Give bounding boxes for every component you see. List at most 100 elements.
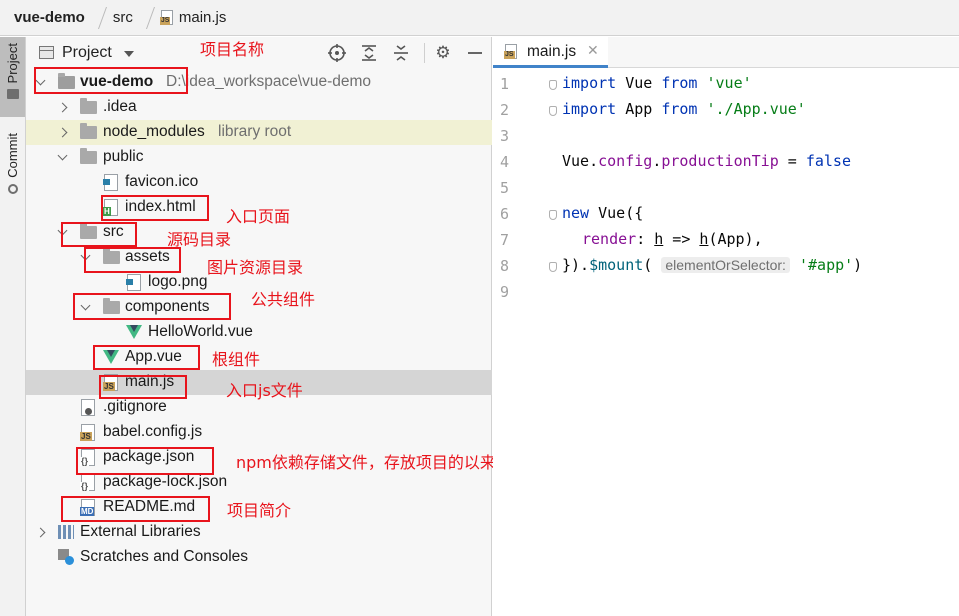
line-number: 8 xyxy=(499,257,509,275)
folder-icon xyxy=(6,89,19,100)
editor-gutter: 1 2 3 4 5 6 7 8 9 xyxy=(493,68,557,616)
breadcrumb-project[interactable]: vue-demo xyxy=(14,9,85,26)
line-number: 4 xyxy=(499,153,509,171)
annotation-box-assets xyxy=(84,247,181,273)
breadcrumb-separator xyxy=(138,6,155,29)
folder-icon xyxy=(80,123,97,139)
image-file-icon xyxy=(126,274,141,291)
js-file-icon: JS xyxy=(159,10,173,25)
gear-icon[interactable]: ⚙ xyxy=(433,43,453,63)
annotation-box-components xyxy=(73,293,231,320)
expand-all-icon[interactable] xyxy=(359,43,379,63)
locate-target-icon[interactable] xyxy=(327,43,347,63)
breadcrumb-file[interactable]: main.js xyxy=(179,9,227,26)
project-panel-title[interactable]: Project xyxy=(62,44,112,62)
tree-row-babel[interactable]: JS babel.config.js xyxy=(26,420,492,445)
tree-label-babel: babel.config.js xyxy=(103,423,203,440)
editor-tab-label: main.js xyxy=(527,43,577,60)
scratches-icon xyxy=(58,549,74,565)
editor-tab-main-js[interactable]: JS main.js ✕ xyxy=(493,37,608,68)
tool-tab-project[interactable]: Project xyxy=(0,37,25,117)
chevron-down-icon[interactable] xyxy=(58,153,68,163)
breadcrumb-folder[interactable]: src xyxy=(113,9,133,26)
annotation-box-index-html xyxy=(101,195,209,221)
tree-label-external-libraries: External Libraries xyxy=(80,523,201,540)
tree-label-favicon: favicon.ico xyxy=(125,173,199,190)
annotation-readme-desc: 项目简介 xyxy=(227,501,292,520)
annotation-image-dir: 图片资源目录 xyxy=(207,258,304,277)
tree-row-idea[interactable]: .idea xyxy=(26,95,492,120)
header-divider xyxy=(424,43,425,63)
json-file-icon: {} xyxy=(80,474,95,491)
hide-panel-icon[interactable] xyxy=(465,43,485,63)
tree-row-node-modules[interactable]: node_modules library root xyxy=(26,120,492,145)
gitignore-file-icon xyxy=(81,399,95,416)
code-line-4: Vue.config.productionTip = false xyxy=(562,152,851,170)
tree-row-favicon[interactable]: favicon.ico xyxy=(26,170,492,195)
line-number: 6 xyxy=(499,205,509,223)
annotation-entry-js: 入口js文件 xyxy=(226,381,303,400)
tree-row-hello-world[interactable]: HelloWorld.vue xyxy=(26,320,492,345)
annotation-box-project xyxy=(34,67,188,94)
line-number: 9 xyxy=(499,283,509,301)
folder-icon xyxy=(80,148,97,164)
chevron-right-icon[interactable] xyxy=(58,128,68,138)
tree-hint-library-root: library root xyxy=(218,123,292,140)
annotation-box-src xyxy=(61,222,137,247)
tree-label-scratches: Scratches and Consoles xyxy=(80,548,249,565)
project-view-icon xyxy=(39,46,54,59)
tree-label-node-modules: node_modules xyxy=(103,123,205,140)
breadcrumb: vue-demo src JS main.js xyxy=(0,0,959,36)
annotation-box-app-vue xyxy=(93,345,200,370)
code-line-2: import App from './App.vue' xyxy=(562,100,806,118)
tree-label-public: public xyxy=(103,148,144,165)
fold-marker-icon[interactable] xyxy=(549,262,557,272)
annotation-npm-deps: npm依赖存储文件，存放项目的以来信息 xyxy=(236,453,528,472)
chevron-down-icon[interactable] xyxy=(124,51,134,57)
fold-marker-icon[interactable] xyxy=(549,210,557,220)
annotation-common-components: 公共组件 xyxy=(251,290,316,309)
tree-label-gitignore: .gitignore xyxy=(103,398,167,415)
code-line-1: import Vue from 'vue' xyxy=(562,74,752,92)
tree-label-idea: .idea xyxy=(103,98,137,115)
annotation-box-readme xyxy=(61,496,210,522)
breadcrumb-separator xyxy=(90,6,107,29)
fold-marker-icon[interactable] xyxy=(549,80,557,90)
line-number: 3 xyxy=(499,127,509,145)
tool-window-strip: Project Commit xyxy=(0,37,26,616)
chevron-right-icon[interactable] xyxy=(58,103,68,113)
tree-label-hello-world: HelloWorld.vue xyxy=(148,323,253,340)
close-icon[interactable]: ✕ xyxy=(587,42,599,59)
js-file-icon: JS xyxy=(504,44,517,59)
folder-icon xyxy=(80,98,97,114)
annotation-box-main-js xyxy=(99,375,187,399)
fold-marker-icon[interactable] xyxy=(549,106,557,116)
image-file-icon xyxy=(103,174,118,191)
js-file-icon: JS xyxy=(80,424,95,441)
code-line-8: }).$mount( elementOrSelector: '#app') xyxy=(562,256,863,274)
collapse-all-icon[interactable] xyxy=(391,43,411,63)
annotation-project-name: 项目名称 xyxy=(200,40,265,59)
editor-tab-bar: JS main.js ✕ xyxy=(493,37,959,68)
tool-tab-commit[interactable]: Commit xyxy=(0,133,25,209)
tree-label-logo: logo.png xyxy=(148,273,208,290)
tree-row-scratches[interactable]: Scratches and Consoles xyxy=(26,545,492,570)
line-number: 1 xyxy=(499,75,509,93)
code-line-6: new Vue({ xyxy=(562,204,644,222)
tree-hint-root-path: D:\idea_workspace\vue-demo xyxy=(166,73,372,90)
line-number: 5 xyxy=(499,179,509,197)
line-number: 2 xyxy=(499,101,509,119)
tree-label-package-lock: package-lock.json xyxy=(103,473,228,490)
parameter-hint: elementOrSelector: xyxy=(661,257,790,273)
tool-tab-commit-label: Commit xyxy=(5,133,20,178)
vue-file-icon xyxy=(126,325,142,339)
tree-row-public[interactable]: public xyxy=(26,145,492,170)
line-number: 7 xyxy=(499,231,509,249)
project-panel: Project ⚙ vue-demo D:\idea_workspace\vue… xyxy=(26,37,492,616)
tool-tab-project-label: Project xyxy=(5,43,20,84)
code-editor: JS main.js ✕ 1 2 3 4 5 6 7 8 9 import Vu… xyxy=(493,37,959,616)
commit-icon xyxy=(7,183,18,194)
chevron-right-icon[interactable] xyxy=(36,528,46,538)
annotation-entry-page: 入口页面 xyxy=(226,207,291,226)
tree-row-external-libraries[interactable]: External Libraries xyxy=(26,520,492,545)
